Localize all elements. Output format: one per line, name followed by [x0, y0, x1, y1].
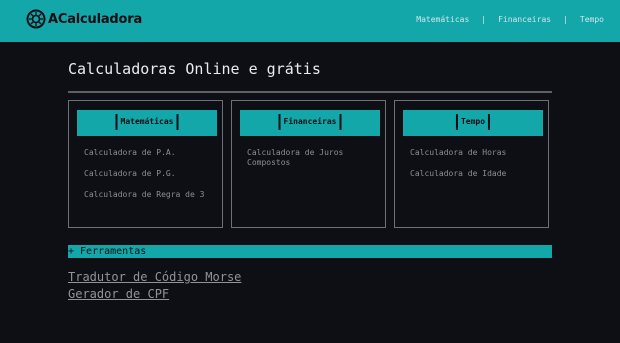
- category-card-financeiras: Financeiras Calculadora de Juros Compost…: [231, 100, 386, 228]
- category-card-tempo: Tempo Calculadora de Horas Calculadora d…: [394, 100, 549, 228]
- nav-separator: |: [563, 15, 568, 24]
- link-gerador-cpf[interactable]: Gerador de CPF: [68, 287, 169, 301]
- tools-section-header[interactable]: + Ferramentas: [68, 245, 552, 258]
- card-label: Tempo: [455, 114, 491, 130]
- logo[interactable]: ACalculadora: [26, 9, 142, 29]
- nav-item-matematicas[interactable]: Matemáticas: [416, 15, 469, 24]
- brand-name: ACalculadora: [48, 11, 143, 27]
- link-calculadora-pg[interactable]: Calculadora de P.G.: [84, 169, 218, 179]
- link-calculadora-pa[interactable]: Calculadora de P.A.: [84, 148, 218, 158]
- card-link-list: Calculadora de P.A. Calculadora de P.G. …: [84, 148, 218, 211]
- link-calculadora-regra-de-3[interactable]: Calculadora de Regra de 3: [84, 190, 218, 200]
- top-bar: ACalculadora Matemáticas | Financeiras |…: [0, 0, 620, 42]
- card-header[interactable]: Matemáticas: [77, 110, 217, 136]
- card-link-list: Calculadora de Horas Calculadora de Idad…: [410, 148, 544, 190]
- page-title: Calculadoras Online e grátis: [68, 60, 321, 78]
- nav-separator: |: [481, 15, 487, 24]
- card-label: Matemáticas: [115, 114, 179, 130]
- title-divider: [68, 91, 552, 93]
- card-header[interactable]: Financeiras: [240, 110, 380, 136]
- card-label: Financeiras: [278, 114, 342, 130]
- link-calculadora-juros-compostos[interactable]: Calculadora de Juros Compostos: [247, 148, 381, 168]
- tools-label: + Ferramentas: [68, 246, 147, 257]
- link-calculadora-idade[interactable]: Calculadora de Idade: [410, 169, 544, 179]
- gear-logo-icon: [26, 9, 46, 29]
- category-card-matematicas: Matemáticas Calculadora de P.A. Calculad…: [68, 100, 223, 228]
- card-header[interactable]: Tempo: [403, 110, 543, 136]
- card-link-list: Calculadora de Juros Compostos: [247, 148, 381, 179]
- nav-item-financeiras[interactable]: Financeiras: [498, 15, 551, 24]
- link-tradutor-codigo-morse[interactable]: Tradutor de Código Morse: [68, 270, 241, 284]
- link-calculadora-horas[interactable]: Calculadora de Horas: [410, 148, 544, 158]
- main-nav: Matemáticas | Financeiras | Tempo: [416, 15, 604, 24]
- nav-item-tempo[interactable]: Tempo: [580, 15, 604, 24]
